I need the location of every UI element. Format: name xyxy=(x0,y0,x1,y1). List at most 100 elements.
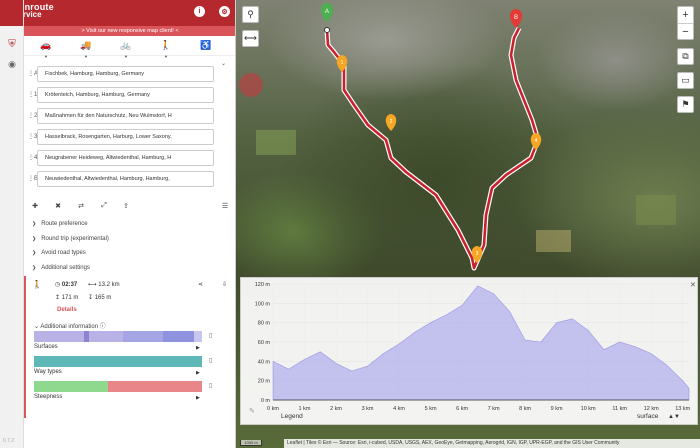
reverse-route-icon[interactable]: ⇄ xyxy=(76,200,86,212)
waypoint-index[interactable]: ⋮2 xyxy=(28,112,37,119)
info-bar-map-icon[interactable]: ▯ xyxy=(209,357,212,364)
legend-selector[interactable]: surface xyxy=(637,413,659,420)
info-bar-segment[interactable] xyxy=(34,381,108,392)
info-bar-map-icon[interactable]: ▯ xyxy=(209,382,212,389)
info-bar-segment[interactable] xyxy=(34,331,85,342)
info-bar-map-icon[interactable]: ▯ xyxy=(209,332,212,339)
descent-row: ↧ 165 m xyxy=(88,295,112,301)
waypoint-row: ⋮2 Maßnahmen für den Naturschutz, Neu Wul… xyxy=(24,106,235,127)
fit-route-icon[interactable]: ⤢ xyxy=(99,200,109,212)
waypoint-input[interactable]: Maßnahmen für den Naturschutz, Neu Wulms… xyxy=(37,108,214,124)
clear-route-icon[interactable]: ✖ xyxy=(53,200,63,212)
share-icon[interactable]: ⋖ xyxy=(198,281,203,288)
legend-up-down-arrows-icon[interactable]: ▲▼ xyxy=(668,414,680,420)
additional-info-toggle[interactable]: ⌄ Additional information ⓘ xyxy=(34,321,106,330)
close-chart-icon[interactable]: ✕ xyxy=(690,282,696,289)
marker-1-label: 1 xyxy=(341,60,344,66)
layers-icon[interactable]: ⧉ xyxy=(677,48,694,65)
profile-caret-icon[interactable]: ▼ xyxy=(164,54,168,59)
marker-a[interactable]: A xyxy=(321,3,333,22)
route-distance: 13.2 km xyxy=(98,282,120,288)
chevron-right-icon: ❯ xyxy=(32,264,37,271)
option-additional-settings[interactable]: ❯ Additional settings xyxy=(24,261,235,276)
info-bar-steepness[interactable] xyxy=(34,381,202,392)
new-client-banner[interactable]: > Visit our new responsive map client! < xyxy=(24,26,235,36)
horizontal-expand-icon[interactable]: ⟷ xyxy=(242,30,259,47)
info-bar-label: Surfaces xyxy=(34,344,58,350)
wheelchair-icon[interactable]: ♿ xyxy=(197,38,215,54)
info-icon[interactable]: i xyxy=(194,6,205,17)
info-bar-label: Steepness xyxy=(34,394,63,400)
option-route-preference[interactable]: ❯ Route preference xyxy=(24,217,235,232)
x-tick-label: 3 km xyxy=(362,406,374,412)
upload-route-icon[interactable]: ⇪ xyxy=(121,200,131,212)
info-bar-segment[interactable] xyxy=(107,381,202,392)
app-version: 0.7.2 xyxy=(3,438,15,444)
info-bar-segment[interactable] xyxy=(163,331,194,342)
bike-icon[interactable]: 🚲 ▼ xyxy=(117,38,135,59)
map-book-icon[interactable]: ▭ xyxy=(677,72,694,89)
profile-caret-icon[interactable]: ▼ xyxy=(44,54,48,59)
info-bar-way-types[interactable] xyxy=(34,356,202,367)
additional-info-label: Additional information xyxy=(40,324,99,330)
x-tick-label: 11 km xyxy=(612,406,627,412)
marker-2[interactable]: 2 xyxy=(385,114,397,131)
info-bar-segment[interactable] xyxy=(34,356,202,367)
info-bar-segment[interactable] xyxy=(89,331,124,342)
waypoint-input[interactable]: Neuwiedenthal, Altwiedenthal, Hamburg, H… xyxy=(37,171,214,187)
waypoint-index[interactable]: ⋮4 xyxy=(28,154,37,161)
info-bar-segment[interactable] xyxy=(123,331,164,342)
map-attribution[interactable]: Leaflet | Tiles © Esri — Source: Esri, i… xyxy=(284,439,700,448)
waypoint-input[interactable]: Fischbek, Hamburg, Hamburg, Germany xyxy=(37,66,214,82)
zoom-out-button[interactable]: − xyxy=(678,23,693,39)
locate-pin-icon[interactable]: ⚲ xyxy=(242,6,259,23)
marker-a-label: A xyxy=(325,9,329,15)
info-bar-surfaces[interactable] xyxy=(34,331,202,342)
waypoint-index[interactable]: ⋮3 xyxy=(28,133,37,140)
waypoint-input[interactable]: Krötenteich, Hamburg, Hamburg, Germany xyxy=(37,87,214,103)
marker-4[interactable]: 4 xyxy=(530,133,542,150)
isochrone-tab-icon[interactable]: ◉ xyxy=(0,54,24,74)
route-line[interactable] xyxy=(325,27,540,270)
y-tick-label: 20 m xyxy=(258,379,271,385)
app-logo[interactable]: openroute service xyxy=(24,3,54,19)
route-options: ❯ Route preference ❯ Round trip (experiment… xyxy=(24,217,235,276)
profile-caret-icon[interactable]: ▼ xyxy=(84,54,88,59)
expand-arrow-icon[interactable]: ▶ xyxy=(196,370,200,376)
ascent-row: ↥ 171 m xyxy=(55,295,79,301)
waypoint-input[interactable]: Hasselbrack, Rosengarten, Harburg, Lower… xyxy=(37,129,214,145)
options-sliders-icon[interactable]: ☰ xyxy=(220,200,230,212)
route-tab-icon[interactable]: ⛨ xyxy=(0,34,24,54)
pedestrian-icon[interactable]: 🚶 ▼ xyxy=(157,38,175,59)
option-avoid-road-types[interactable]: ❯ Avoid road types xyxy=(24,246,235,261)
truck-icon[interactable]: 🚚 ▼ xyxy=(77,38,95,59)
details-link[interactable]: Details xyxy=(57,307,77,313)
route-duration: 02:37 xyxy=(61,282,78,288)
option-round-trip-experimental[interactable]: ❯ Round trip (experimental) xyxy=(24,232,235,247)
zoom-in-button[interactable]: + xyxy=(678,7,693,23)
chart-legend-toggle[interactable]: Legend xyxy=(281,413,303,420)
waypoint-row: ⋮1 Krötenteich, Hamburg, Hamburg, Germany xyxy=(24,85,235,106)
option-label: Additional settings xyxy=(41,264,90,271)
info-bar-segment[interactable] xyxy=(193,331,202,342)
car-icon[interactable]: 🚗 ▼ xyxy=(37,38,55,59)
option-label: Avoid road types xyxy=(41,250,86,257)
waypoint-index[interactable]: ⋮1 xyxy=(28,91,37,98)
expand-arrow-icon[interactable]: ▶ xyxy=(196,395,200,401)
download-icon[interactable]: ⇩ xyxy=(222,281,227,288)
field-patch xyxy=(536,230,571,252)
chevron-right-icon: ❯ xyxy=(32,235,37,242)
add-waypoint-icon[interactable]: ✚ xyxy=(30,200,40,212)
profile-caret-icon[interactable]: ▼ xyxy=(124,54,128,59)
waypoint-input[interactable]: Neugrabener Heideweg, Altwiedenthal, Ham… xyxy=(37,150,214,166)
zoom-control: + − xyxy=(677,6,694,40)
route-start-dot xyxy=(324,27,330,33)
place-pin-icon[interactable]: ⚑ xyxy=(677,96,694,113)
expand-arrow-icon[interactable]: ▶ xyxy=(196,345,200,351)
edit-pencil-icon[interactable]: ✎ xyxy=(249,408,255,415)
marker-b[interactable]: B xyxy=(510,9,522,28)
settings-gear-icon[interactable]: ⚙ xyxy=(219,6,230,17)
map-view[interactable]: A B 1 2 3 4 ⚲ ⟷ + − ⧉ ▭ ⚑ 0 m 20 m 40 m … xyxy=(236,0,700,448)
map-scale: 1000 m xyxy=(240,440,262,446)
y-tick-label: 120 m xyxy=(255,282,271,288)
